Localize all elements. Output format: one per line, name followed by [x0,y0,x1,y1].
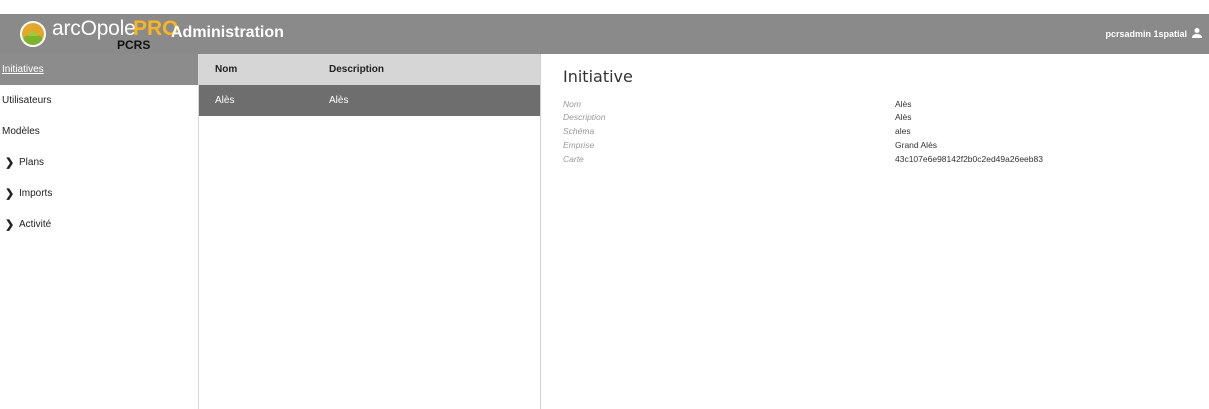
field-label: Nom [563,99,581,109]
detail-row-emprise: Emprise Grand Alès [563,140,1203,152]
field-value: Alès [895,99,912,109]
column-header-description[interactable]: Description [313,64,540,75]
column-header-nom[interactable]: Nom [199,64,313,75]
detail-row-description: Description Alès [563,112,1203,124]
logo-subtitle: PCRS [117,38,151,52]
field-value: Grand Alès [895,140,938,150]
user-menu[interactable]: pcrsadmin 1spatial [1105,27,1203,41]
sidebar-item-label: Imports [19,188,53,199]
sidebar-item-modeles[interactable]: Modèles [0,116,198,147]
sidebar-item-label: Utilisateurs [2,95,52,106]
sidebar-item-activite[interactable]: ❯ Activité [0,209,198,240]
field-label: Emprise [563,140,595,150]
sidebar-item-label: Initiatives [2,64,44,75]
chevron-right-icon: ❯ [5,157,15,169]
field-value: Alès [895,112,912,122]
sidebar-item-plans[interactable]: ❯ Plans [0,147,198,178]
chevron-right-icon: ❯ [5,219,15,231]
table-row[interactable]: Alès Alès [199,85,540,116]
app-page: arcOpole PRO PCRS Administration pcrsadm… [0,0,1209,409]
field-label: Description [563,112,606,122]
detail-row-schema: Schéma ales [563,126,1203,138]
sidebar-item-label: Modèles [2,126,40,137]
user-icon [1191,27,1203,41]
detail-row-nom: Nom Alès [563,99,1203,111]
sidebar-item-imports[interactable]: ❯ Imports [0,178,198,209]
detail-title: Initiative [563,67,633,86]
table-header: Nom Description [199,54,540,85]
cell-nom: Alès [215,95,235,106]
logo-mark-icon [20,21,46,47]
detail-row-carte: Carte 43c107e6e98142f2b0c2ed49a26eeb83 [563,154,1203,166]
initiative-detail: Initiative Nom Alès Description Alès Sch… [542,54,1209,409]
sidebar-item-utilisateurs[interactable]: Utilisateurs [0,85,198,116]
chevron-right-icon: ❯ [5,188,15,200]
sidebar-item-label: Plans [19,157,45,168]
sidebar-item-initiatives[interactable]: Initiatives [0,54,198,85]
field-label: Carte [563,154,584,164]
field-value: ales [895,126,911,136]
initiatives-list: Nom Description Alès Alès [199,54,541,409]
sidebar-item-label: Activité [19,219,52,230]
field-value: 43c107e6e98142f2b0c2ed49a26eeb83 [895,154,1043,164]
sidebar-nav: Initiatives Utilisateurs Modèles ❯ Plans… [0,54,199,409]
user-name: pcrsadmin 1spatial [1105,29,1187,39]
cell-description: Alès [329,95,349,106]
field-label: Schéma [563,126,595,136]
top-header: arcOpole PRO PCRS Administration pcrsadm… [0,14,1209,54]
app-title: Administration [171,24,284,41]
app-logo[interactable]: arcOpole PRO PCRS [0,14,179,54]
